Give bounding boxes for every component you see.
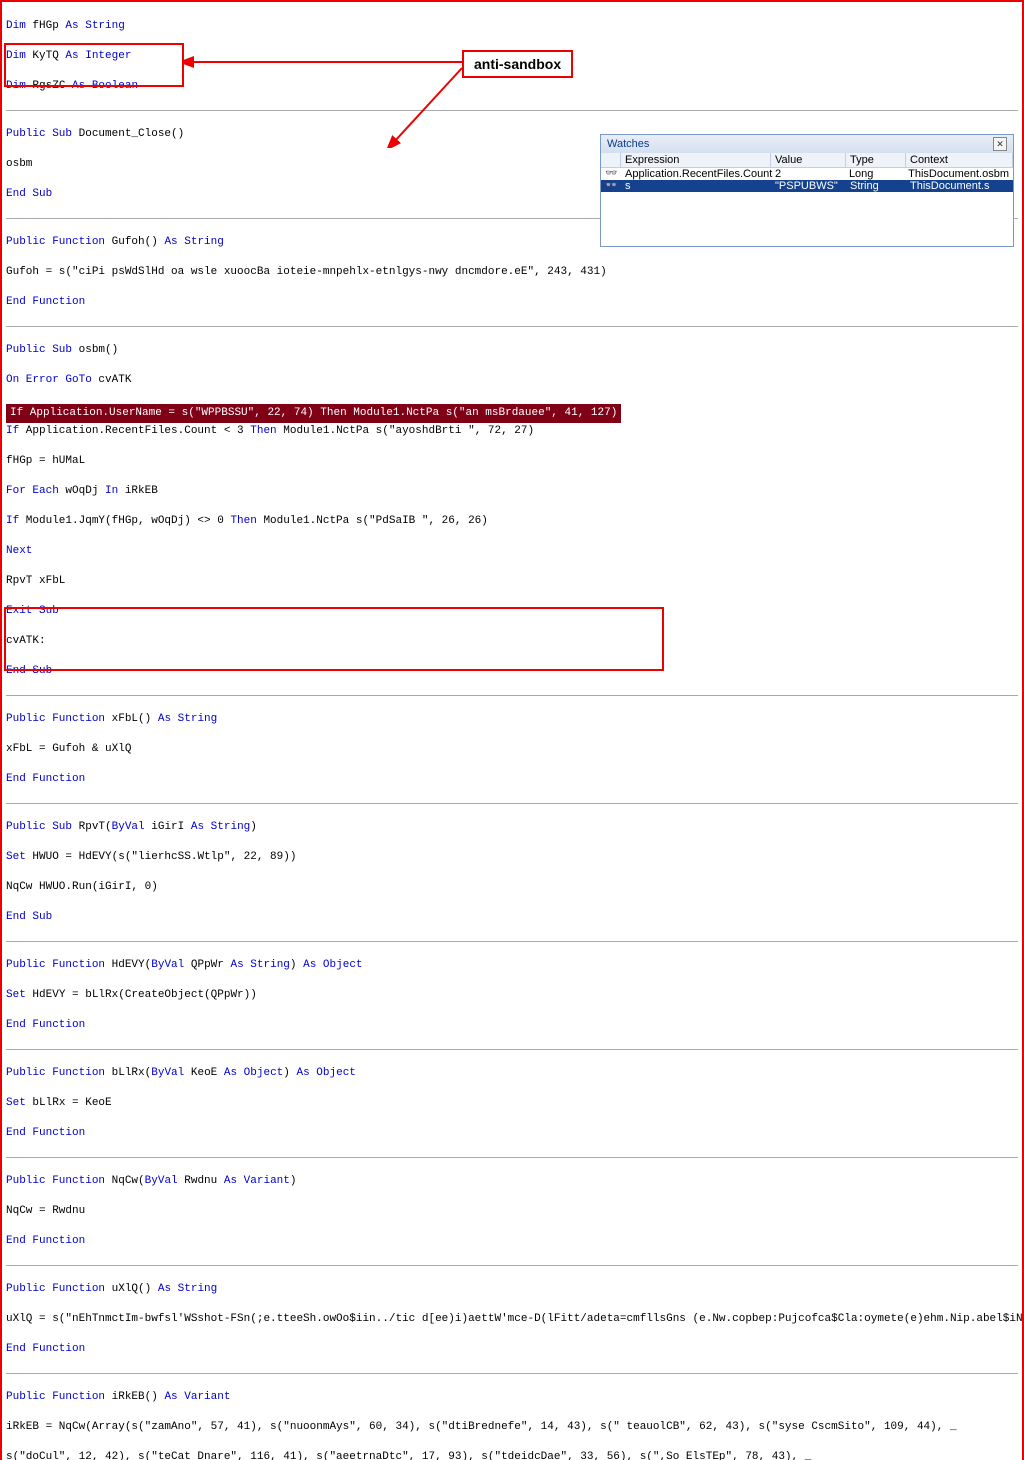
- col-type[interactable]: Type: [846, 153, 906, 167]
- watch-row-selected[interactable]: 👓 s "PSPUBWS" String ThisDocument.s: [601, 180, 1013, 192]
- highlighted-anti-sandbox-line: If Application.UserName = s("WPPBSSU", 2…: [6, 404, 621, 423]
- annotation-box-document-close: [4, 43, 184, 87]
- annotation-label: anti-sandbox: [462, 50, 573, 78]
- watches-panel[interactable]: Watches ✕ Expression Value Type Context …: [600, 134, 1014, 247]
- watch-row[interactable]: 👓 Application.RecentFiles.Count 2 Long T…: [601, 168, 1013, 180]
- kw-dim: Dim: [6, 20, 26, 32]
- col-expression[interactable]: Expression: [621, 153, 771, 167]
- glasses-icon: 👓: [601, 180, 621, 192]
- col-value[interactable]: Value: [771, 153, 846, 167]
- watches-columns-header: Expression Value Type Context: [601, 153, 1013, 168]
- watches-title-text: Watches: [607, 138, 649, 150]
- watches-rows[interactable]: 👓 Application.RecentFiles.Count 2 Long T…: [601, 168, 1013, 246]
- glasses-icon: 👓: [601, 168, 621, 180]
- watches-title-bar[interactable]: Watches ✕: [601, 135, 1013, 153]
- col-context[interactable]: Context: [906, 153, 1013, 167]
- close-icon[interactable]: ✕: [993, 137, 1007, 151]
- annotation-box-function-s: [4, 607, 664, 671]
